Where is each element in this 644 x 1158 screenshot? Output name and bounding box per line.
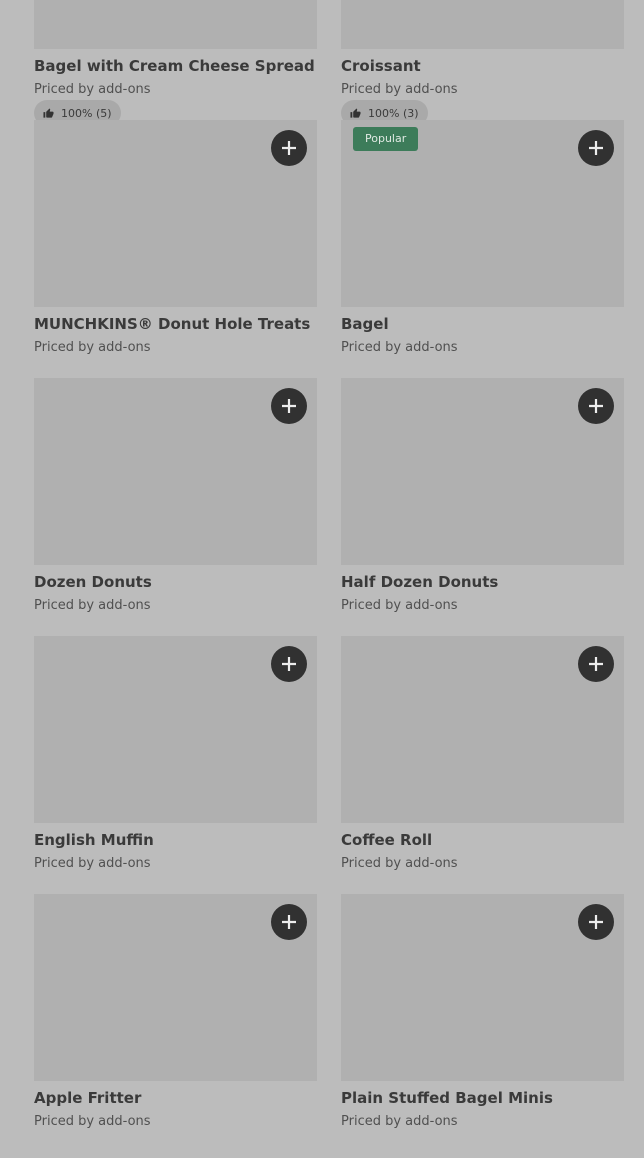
product-name[interactable]: English Muffin bbox=[34, 831, 154, 849]
plus-icon bbox=[589, 141, 603, 155]
product-price: Priced by add-ons bbox=[34, 340, 151, 355]
add-to-cart-button[interactable] bbox=[578, 646, 614, 682]
product-price: Priced by add-ons bbox=[341, 340, 458, 355]
product-price: Priced by add-ons bbox=[341, 856, 458, 871]
add-to-cart-button[interactable] bbox=[271, 646, 307, 682]
product-card[interactable]: Plain Stuffed Bagel Minis Priced by add-… bbox=[341, 894, 624, 1152]
plus-icon bbox=[282, 399, 296, 413]
rating-text: 100% (3) bbox=[368, 106, 419, 120]
add-to-cart-button[interactable] bbox=[578, 904, 614, 940]
plus-icon bbox=[589, 657, 603, 671]
product-name[interactable]: Bagel with Cream Cheese Spread bbox=[34, 57, 315, 75]
rating-text: 100% (5) bbox=[61, 106, 112, 120]
plus-icon bbox=[282, 141, 296, 155]
add-to-cart-button[interactable] bbox=[578, 130, 614, 166]
add-to-cart-button[interactable] bbox=[271, 904, 307, 940]
popular-badge: Popular bbox=[353, 127, 419, 151]
add-to-cart-button[interactable] bbox=[578, 388, 614, 424]
product-card[interactable]: Bagel with Cream Cheese Spread Priced by… bbox=[34, 0, 317, 126]
product-card[interactable]: Dozen Donuts Priced by add-ons bbox=[34, 378, 317, 636]
product-price: Priced by add-ons bbox=[34, 82, 151, 97]
product-name[interactable]: Dozen Donuts bbox=[34, 573, 152, 591]
plus-icon bbox=[282, 657, 296, 671]
product-card[interactable]: English Muffin Priced by add-ons bbox=[34, 636, 317, 894]
thumbs-up-icon bbox=[43, 107, 54, 119]
product-price: Priced by add-ons bbox=[341, 1114, 458, 1129]
plus-icon bbox=[282, 915, 296, 929]
product-card[interactable]: Coffee Roll Priced by add-ons bbox=[341, 636, 624, 894]
product-grid: Bagel with Cream Cheese Spread Priced by… bbox=[34, 0, 624, 1152]
add-to-cart-button[interactable] bbox=[271, 130, 307, 166]
product-name[interactable]: Coffee Roll bbox=[341, 831, 432, 849]
product-card[interactable]: MUNCHKINS® Donut Hole Treats Priced by a… bbox=[34, 120, 317, 378]
plus-icon bbox=[589, 399, 603, 413]
product-card[interactable]: Apple Fritter Priced by add-ons bbox=[34, 894, 317, 1152]
product-name[interactable]: MUNCHKINS® Donut Hole Treats bbox=[34, 315, 310, 333]
product-image[interactable] bbox=[341, 0, 624, 49]
plus-icon bbox=[589, 915, 603, 929]
product-name[interactable]: Bagel bbox=[341, 315, 389, 333]
product-price: Priced by add-ons bbox=[341, 598, 458, 613]
product-price: Priced by add-ons bbox=[34, 1114, 151, 1129]
product-card[interactable]: Popular Bagel Priced by add-ons bbox=[341, 120, 624, 378]
product-name[interactable]: Half Dozen Donuts bbox=[341, 573, 498, 591]
product-card[interactable]: Croissant Priced by add-ons 100% (3) bbox=[341, 0, 624, 126]
product-name[interactable]: Apple Fritter bbox=[34, 1089, 141, 1107]
product-card[interactable]: Half Dozen Donuts Priced by add-ons bbox=[341, 378, 624, 636]
product-image[interactable] bbox=[34, 0, 317, 49]
product-price: Priced by add-ons bbox=[34, 856, 151, 871]
thumbs-up-icon bbox=[350, 107, 361, 119]
add-to-cart-button[interactable] bbox=[271, 388, 307, 424]
product-name[interactable]: Croissant bbox=[341, 57, 421, 75]
product-name[interactable]: Plain Stuffed Bagel Minis bbox=[341, 1089, 553, 1107]
product-price: Priced by add-ons bbox=[34, 598, 151, 613]
product-price: Priced by add-ons bbox=[341, 82, 458, 97]
